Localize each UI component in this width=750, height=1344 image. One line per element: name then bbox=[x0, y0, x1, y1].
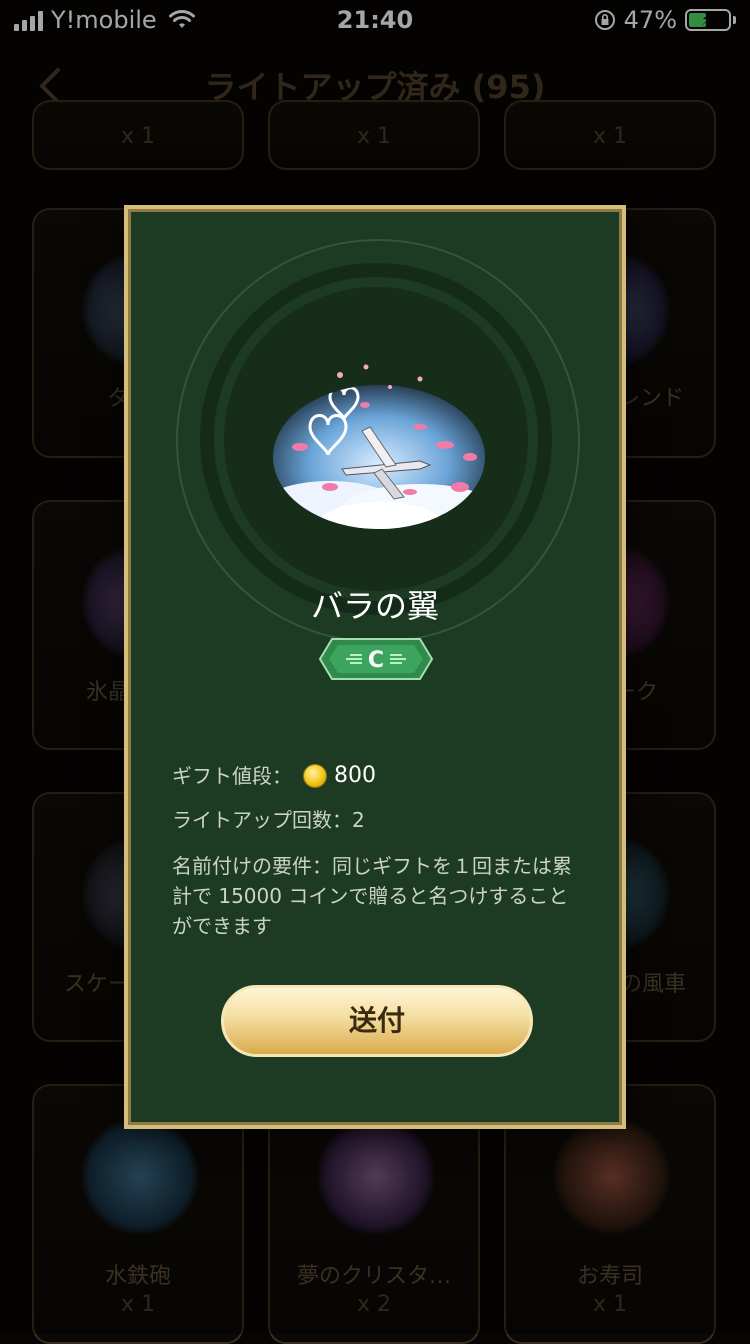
rank-letter: C bbox=[368, 648, 384, 673]
send-button[interactable]: 送付 bbox=[221, 985, 533, 1057]
lightup-count: ライトアップ回数：2 bbox=[172, 808, 365, 832]
price-row: ギフト値段： 800 bbox=[172, 761, 582, 791]
naming-requirement: 名前付けの要件：同じギフトを１回または累計で 15000 コインで贈ると名つけす… bbox=[172, 854, 572, 938]
gift-detail-modal: バラの翼 C ギフト値段： 800 ライトアップ回数：2 名前付けの要件：同じギ… bbox=[124, 205, 626, 1129]
price-value: 800 bbox=[334, 763, 376, 788]
gift-title: バラの翼 bbox=[310, 587, 439, 625]
price-label: ギフト値段： bbox=[172, 764, 292, 788]
rose-wings-gift-image bbox=[273, 364, 485, 529]
rank-badge: C bbox=[318, 638, 434, 680]
coin-icon bbox=[304, 765, 326, 787]
